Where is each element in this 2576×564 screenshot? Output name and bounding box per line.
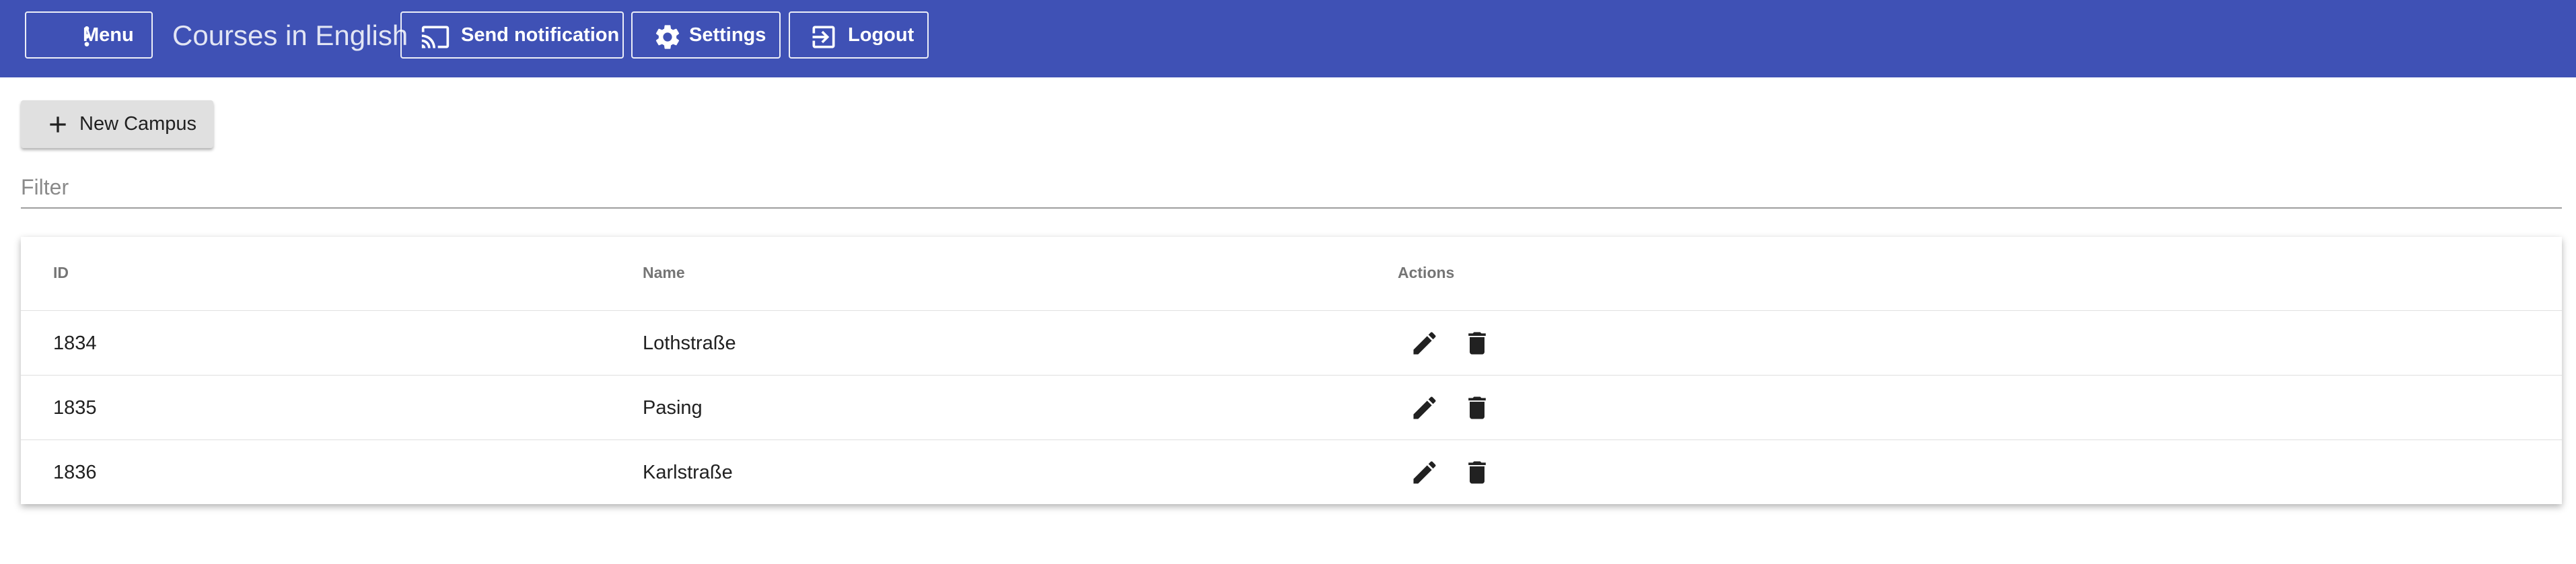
table-row: 1834 Lothstraße (21, 311, 2562, 376)
table-header: ID Name Actions (21, 237, 2562, 311)
plus-icon (44, 111, 71, 138)
page-title: Courses in English (172, 20, 408, 51)
exit-icon (809, 22, 838, 52)
edit-icon[interactable] (1410, 458, 1439, 487)
cell-name: Lothstraße (643, 332, 736, 354)
cell-name: Karlstraße (643, 462, 733, 483)
cell-id: 1835 (53, 397, 97, 419)
logout-label: Logout (848, 24, 915, 46)
settings-button[interactable]: Settings (631, 11, 781, 59)
edit-icon[interactable] (1410, 393, 1439, 423)
trash-icon[interactable] (1462, 393, 1492, 423)
column-header-name: Name (643, 264, 685, 281)
new-campus-button[interactable]: New Campus (21, 100, 213, 148)
column-header-actions: Actions (1398, 264, 1455, 281)
cast-icon (421, 22, 450, 52)
column-header-id: ID (53, 264, 69, 281)
menu-button-label: Menu (83, 24, 134, 46)
table-row: 1835 Pasing (21, 376, 2562, 440)
send-notification-button[interactable]: Send notification (400, 11, 624, 59)
cell-id: 1836 (53, 462, 97, 483)
cell-id: 1834 (53, 332, 97, 354)
edit-icon[interactable] (1410, 328, 1439, 358)
filter-field (21, 168, 2562, 209)
cell-name: Pasing (643, 397, 703, 419)
filter-input[interactable] (21, 168, 2562, 206)
send-notification-label: Send notification (461, 24, 620, 46)
trash-icon[interactable] (1462, 328, 1492, 358)
trash-icon[interactable] (1462, 458, 1492, 487)
settings-label: Settings (689, 24, 766, 46)
logout-button[interactable]: Logout (789, 11, 929, 59)
top-app-bar: Menu Courses in English Send notificatio… (0, 0, 2576, 77)
table-row: 1836 Karlstraße (21, 440, 2562, 505)
campus-table: ID Name Actions 1834 Lothstraße 1835 Pas… (21, 237, 2562, 504)
gear-icon (653, 22, 682, 52)
new-campus-label: New Campus (79, 113, 197, 135)
menu-button[interactable]: Menu (25, 11, 153, 59)
